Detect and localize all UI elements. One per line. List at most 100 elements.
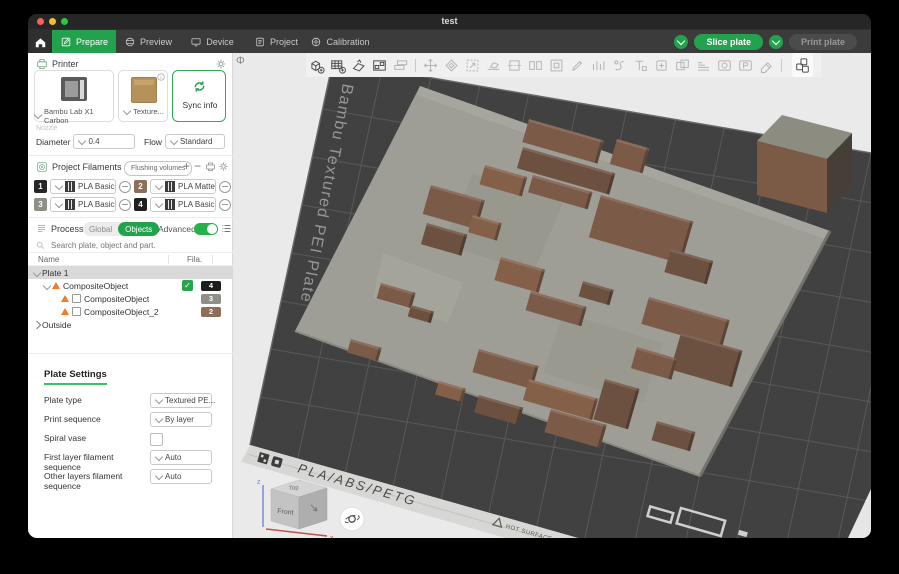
caret-down-icon[interactable] — [33, 268, 41, 276]
filament-edit-icon[interactable] — [219, 181, 231, 193]
diameter-select[interactable]: 0.4 — [73, 134, 135, 149]
assembly-view-button[interactable] — [792, 53, 813, 77]
setting-checkbox[interactable] — [150, 433, 163, 446]
split-to-objects-icon — [527, 57, 544, 74]
advanced-toggle[interactable] — [194, 223, 218, 235]
add-filament-button[interactable]: + — [183, 159, 190, 173]
color-painting-button[interactable] — [567, 53, 588, 77]
arrange-button[interactable] — [369, 53, 390, 77]
filament-slot-3: 3PLA Basic — [34, 197, 131, 212]
home-icon — [34, 36, 47, 49]
caret-down-icon[interactable] — [43, 281, 51, 289]
filament-edit-icon[interactable] — [119, 199, 131, 211]
printer-settings-gear-icon[interactable] — [215, 58, 227, 70]
merge-models-button[interactable] — [390, 53, 411, 77]
object-row-compositeobject[interactable]: CompositeObject3 — [28, 292, 233, 305]
filament-color-swatch[interactable]: 3 — [34, 198, 47, 211]
filament-select[interactable]: PLA Basic — [150, 197, 216, 212]
arrange-icon — [371, 57, 388, 74]
tab-preview[interactable]: Preview — [116, 30, 180, 54]
tab-device[interactable]: Device — [180, 30, 244, 54]
slice-plate-button[interactable]: Slice plate — [694, 34, 763, 50]
tab-prepare[interactable]: Prepare — [52, 30, 116, 54]
search-bar — [28, 239, 233, 253]
caret-right-icon[interactable] — [33, 320, 41, 328]
setting-select[interactable]: Auto — [150, 450, 212, 465]
text-tool-button[interactable] — [630, 53, 651, 77]
print-plate-button[interactable]: Print plate — [789, 34, 857, 50]
build-plate-card[interactable]: Texture... — [118, 70, 168, 122]
plate-type-select[interactable]: Texture... — [119, 107, 169, 116]
timelapse-button[interactable] — [714, 53, 735, 77]
setting-select[interactable]: Textured PE... — [150, 393, 212, 408]
toolbar-separator — [415, 59, 416, 72]
viewport-3d[interactable]: Φ Bambu Textured PEI Plate — [233, 53, 871, 538]
object-table-header: Name Fila. — [28, 253, 233, 266]
support-painting-button[interactable] — [588, 53, 609, 77]
sidebar-collapse-icon[interactable]: Φ — [236, 55, 245, 67]
filament-color-swatch[interactable]: 2 — [134, 180, 147, 193]
param-list-icon[interactable] — [221, 223, 232, 234]
sync-info-button[interactable]: Sync info — [172, 70, 226, 122]
eraser-button[interactable] — [756, 53, 777, 77]
model-cube[interactable] — [757, 115, 852, 213]
segment-objects[interactable]: Objects — [118, 222, 159, 236]
info-icon[interactable] — [157, 73, 165, 81]
eraser-icon — [758, 57, 775, 74]
print-checkbox[interactable]: ✓ — [182, 280, 193, 291]
rotate-button[interactable] — [441, 53, 462, 77]
filament-select[interactable]: PLA Basic — [50, 197, 116, 212]
object-row-outside[interactable]: Outside — [28, 318, 233, 331]
printer-model-select[interactable]: Bambu Lab X1 Carbon — [35, 107, 115, 125]
plate-editor-button[interactable] — [735, 53, 756, 77]
flatten-button[interactable] — [483, 53, 504, 77]
setting-select[interactable]: By layer — [150, 412, 212, 427]
add-plate-button[interactable] — [327, 53, 348, 77]
filament-badge[interactable]: 3 — [201, 294, 221, 304]
add-object-button[interactable] — [306, 53, 327, 77]
sidebar: Printer Bambu Lab X1 Carbon Texture... S… — [28, 53, 233, 538]
move-button[interactable] — [420, 53, 441, 77]
rotate-icon — [443, 57, 460, 74]
home-button[interactable] — [28, 30, 52, 54]
cut-button[interactable] — [504, 53, 525, 77]
plate-setting-other-layers-filament-sequence: Other layers filament sequenceAuto — [44, 469, 226, 491]
filament-select[interactable]: PLA Matte — [150, 179, 216, 194]
remove-filament-button[interactable]: − — [194, 159, 201, 173]
scale-button[interactable] — [462, 53, 483, 77]
split-to-parts-button[interactable] — [546, 53, 567, 77]
filament-edit-icon[interactable] — [219, 199, 231, 211]
filament-settings-gear-icon[interactable] — [218, 161, 229, 172]
object-row-compositeobject-2[interactable]: CompositeObject_22 — [28, 305, 233, 318]
prepare-icon — [60, 36, 72, 48]
variable-layer-height-button[interactable] — [693, 53, 714, 77]
print-options-button[interactable] — [769, 35, 783, 49]
object-icon — [72, 307, 81, 316]
split-to-objects-button[interactable] — [525, 53, 546, 77]
filament-select[interactable]: PLA Basic — [50, 179, 116, 194]
x-axis-label: x — [330, 535, 334, 538]
filament-badge[interactable]: 4 — [201, 281, 221, 291]
slice-options-button[interactable] — [674, 35, 688, 49]
orbit-button[interactable] — [340, 507, 364, 531]
filament-edit-icon[interactable] — [119, 181, 131, 193]
flow-label: Flow — [144, 137, 162, 147]
filament-sync-icon[interactable] — [205, 161, 216, 172]
segment-global[interactable]: Global — [83, 225, 118, 234]
filament-color-swatch[interactable]: 4 — [134, 198, 147, 211]
object-row-compositeobject[interactable]: CompositeObject✓4 — [28, 279, 233, 292]
search-input[interactable] — [49, 240, 223, 251]
modifier-button[interactable] — [651, 53, 672, 77]
object-row-plate-1[interactable]: Plate 1 — [28, 266, 233, 279]
filaments-section-header: Project Filaments — [36, 161, 122, 173]
filament-color-swatch[interactable]: 1 — [34, 180, 47, 193]
printer-model-card[interactable]: Bambu Lab X1 Carbon — [34, 70, 114, 122]
auto-orient-button[interactable] — [348, 53, 369, 77]
tab-calibration[interactable]: Calibration — [308, 30, 372, 54]
flow-select[interactable]: Standard — [165, 134, 225, 149]
setting-select[interactable]: Auto — [150, 469, 212, 484]
tab-project[interactable]: Project — [244, 30, 308, 54]
seam-painting-button[interactable] — [609, 53, 630, 77]
mesh-boolean-button[interactable] — [672, 53, 693, 77]
filament-badge[interactable]: 2 — [201, 307, 221, 317]
